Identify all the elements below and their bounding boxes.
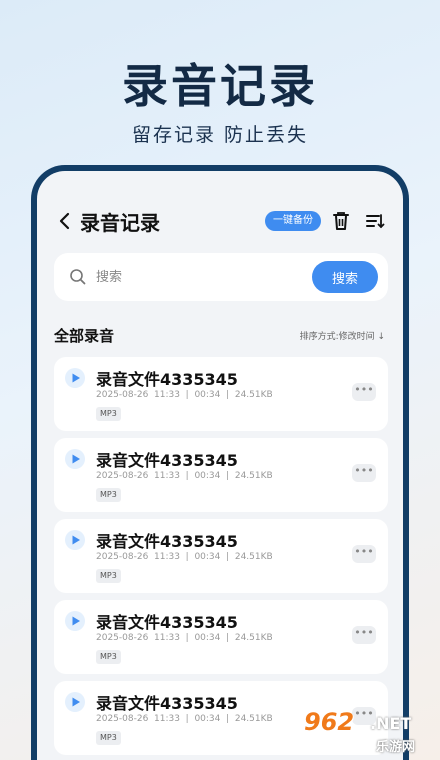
promo-title: 录音记录	[122, 59, 318, 113]
record-meta: 2025-08-26 11:33 | 00:34 | 24.51KB	[96, 633, 273, 643]
more-button[interactable]: •••	[352, 545, 376, 563]
play-icon[interactable]	[64, 691, 86, 713]
watermark-number: 962	[304, 708, 355, 736]
sort-icon[interactable]	[365, 211, 385, 231]
search-icon	[68, 267, 88, 287]
app-header: 录音记录 一键备份	[37, 203, 403, 239]
watermark-domain: .NET	[370, 714, 412, 733]
format-badge: MP3	[96, 407, 121, 421]
play-icon[interactable]	[64, 448, 86, 470]
page-title: 录音记录	[80, 211, 160, 235]
record-meta: 2025-08-26 11:33 | 00:34 | 24.51KB	[96, 471, 273, 481]
back-icon[interactable]	[55, 209, 75, 233]
format-badge: MP3	[96, 731, 121, 745]
record-meta: 2025-08-26 11:33 | 00:34 | 24.51KB	[96, 552, 273, 562]
more-button[interactable]: •••	[352, 626, 376, 644]
record-meta: 2025-08-26 11:33 | 00:34 | 24.51KB	[96, 714, 273, 724]
watermark-logo: 962 .NET 乐游网	[300, 708, 434, 756]
record-name: 录音文件4335345	[96, 532, 238, 551]
watermark-name: 乐游网	[376, 740, 416, 755]
search-input[interactable]	[96, 253, 306, 301]
search-button[interactable]: 搜索	[312, 261, 378, 293]
sort-dropdown[interactable]: 排序方式:修改时间 ↓	[300, 329, 385, 342]
play-icon[interactable]	[64, 367, 86, 389]
search-bar: 搜索	[54, 253, 388, 301]
trash-icon[interactable]	[331, 210, 351, 232]
format-badge: MP3	[96, 569, 121, 583]
play-icon[interactable]	[64, 610, 86, 632]
format-badge: MP3	[96, 650, 121, 664]
promo-subtitle: 留存记录 防止丢失	[131, 124, 309, 146]
record-name: 录音文件4335345	[96, 370, 238, 389]
format-badge: MP3	[96, 488, 121, 502]
record-name: 录音文件4335345	[96, 694, 238, 713]
list-item[interactable]: 录音文件4335345 2025-08-26 11:33 | 00:34 | 2…	[54, 357, 388, 431]
more-button[interactable]: •••	[352, 464, 376, 482]
play-icon[interactable]	[64, 529, 86, 551]
more-button[interactable]: •••	[352, 383, 376, 401]
record-name: 录音文件4335345	[96, 613, 238, 632]
record-meta: 2025-08-26 11:33 | 00:34 | 24.51KB	[96, 390, 273, 400]
list-item[interactable]: 录音文件4335345 2025-08-26 11:33 | 00:34 | 2…	[54, 438, 388, 512]
list-item[interactable]: 录音文件4335345 2025-08-26 11:33 | 00:34 | 2…	[54, 600, 388, 674]
backup-button[interactable]: 一键备份	[265, 211, 321, 231]
phone-frame: 录音记录 一键备份 搜索 搜索 全部录音 排序方式:修改时间 ↓ 录音文件433…	[31, 165, 409, 760]
record-name: 录音文件4335345	[96, 451, 238, 470]
record-list: 录音文件4335345 2025-08-26 11:33 | 00:34 | 2…	[54, 357, 388, 760]
list-item[interactable]: 录音文件4335345 2025-08-26 11:33 | 00:34 | 2…	[54, 519, 388, 593]
section-title: 全部录音	[54, 327, 115, 345]
